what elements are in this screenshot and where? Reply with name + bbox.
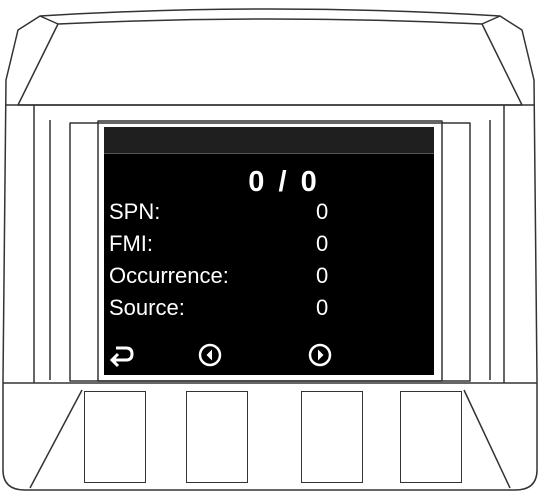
softkey-bar (104, 339, 434, 371)
lcd-screen: 0 / 0 SPN: 0 FMI: 0 Occurrence: 0 Source… (104, 127, 434, 375)
physical-button-3[interactable] (301, 391, 363, 483)
screen-header-bar (104, 127, 434, 153)
fmi-row: FMI: 0 (109, 231, 429, 257)
physical-button-1[interactable] (84, 391, 146, 483)
circle-arrow-right-icon[interactable] (304, 339, 336, 371)
spn-row: SPN: 0 (109, 199, 429, 225)
occurrence-row: Occurrence: 0 (109, 263, 429, 289)
return-icon[interactable] (106, 339, 138, 371)
source-label: Source: (109, 295, 185, 320)
physical-button-4[interactable] (400, 391, 462, 483)
occurrence-value: 0 (316, 263, 329, 288)
fault-counter: 0 / 0 (248, 166, 320, 198)
source-row: Source: 0 (109, 295, 429, 321)
fmi-label: FMI: (109, 231, 153, 256)
spn-value: 0 (316, 199, 329, 224)
header-divider (104, 153, 434, 154)
spn-label: SPN: (109, 199, 161, 224)
source-value: 0 (316, 295, 329, 320)
occurrence-label: Occurrence: (109, 263, 229, 288)
circle-arrow-left-icon[interactable] (194, 339, 226, 371)
fmi-value: 0 (316, 231, 329, 256)
physical-button-2[interactable] (186, 391, 248, 483)
